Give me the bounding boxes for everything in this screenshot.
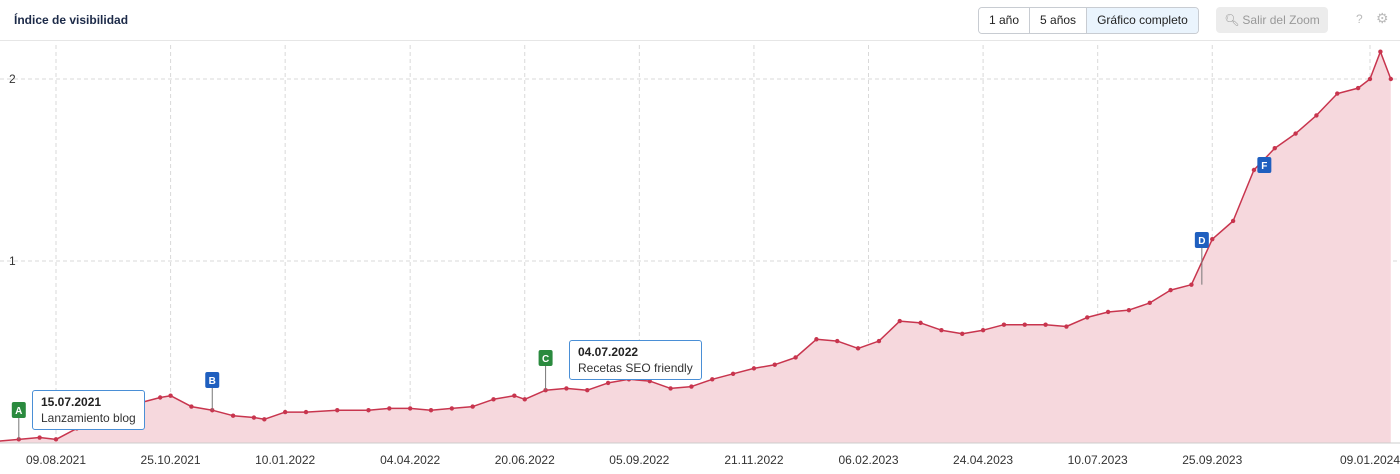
data-point [1272,145,1277,151]
x-tick-label: 24.04.2023 [953,453,1013,467]
data-point [491,397,496,402]
x-tick-label: 06.02.2023 [838,453,898,467]
event-tooltip-c: 04.07.2022 Recetas SEO friendly [569,340,702,380]
gear-icon[interactable]: ⚙ [1376,10,1389,27]
chart-title: Índice de visibilidad [14,13,129,27]
event-marker-label: F [1261,161,1267,172]
data-point [53,437,59,442]
data-point [1293,131,1298,136]
chart-header: Índice de visibilidad 1 año 5 años Gráfi… [0,0,1400,41]
x-tick-label: 04.04.2022 [380,453,440,467]
data-point [897,318,902,324]
data-point [1189,282,1194,287]
x-tick-label: 09.01.2024 [1340,453,1400,467]
data-point [189,404,194,409]
data-point [980,327,986,333]
data-point [428,408,434,413]
event-tooltip-a: 15.07.2021 Lanzamiento blog [32,390,145,430]
event-marker-label: B [209,376,216,387]
data-point [512,393,517,398]
data-point [407,406,413,411]
x-tick-label: 10.07.2023 [1068,453,1128,467]
reset-zoom-button[interactable]: 🔍︎ Salir del Zoom [1216,7,1328,33]
data-point [1043,322,1048,327]
data-point [251,415,257,420]
data-point [710,377,715,382]
tooltip-text: Lanzamiento blog [41,411,136,425]
data-point [793,355,798,360]
data-point [470,404,475,409]
data-point [668,386,673,391]
data-point [585,388,590,393]
range-button-group: 1 año 5 años Gráfico completo [978,7,1199,34]
data-point [168,393,173,398]
range-full-chart-button[interactable]: Gráfico completo [1087,8,1198,33]
data-point [605,380,611,386]
data-point [1355,85,1361,91]
tooltip-text: Recetas SEO friendly [578,361,693,375]
data-point [1022,322,1027,327]
data-point [1251,167,1257,173]
data-point [1126,307,1132,313]
data-point [1367,76,1373,82]
range-5-years-button[interactable]: 5 años [1030,8,1088,33]
data-point [522,397,527,402]
data-point [960,331,965,336]
data-point [282,409,288,415]
data-point [262,417,267,422]
data-point [835,338,840,344]
data-point [1105,309,1111,315]
data-point [1314,113,1319,118]
data-point [689,384,694,389]
event-marker-label: D [1198,236,1205,247]
event-marker-label: A [15,406,22,417]
range-1-year-button[interactable]: 1 año [979,8,1031,33]
x-tick-label: 09.08.2021 [26,453,86,467]
data-point [303,409,309,415]
event-marker-label: C [542,354,549,365]
data-point [918,320,923,326]
x-tick-label: 20.06.2022 [495,453,555,467]
y-tick-label: 2 [9,72,16,86]
data-point [814,337,819,342]
x-tick-label: 25.09.2023 [1182,453,1242,467]
data-point [772,362,777,367]
data-point [1378,49,1383,54]
data-point [1001,322,1007,327]
data-point [1168,287,1173,293]
data-point [564,386,569,391]
x-tick-label: 10.01.2022 [255,453,315,467]
data-point [1210,236,1215,242]
tooltip-date: 15.07.2021 [41,395,102,409]
data-point [751,366,757,371]
data-point [876,338,882,344]
x-tick-label: 21.11.2022 [724,453,783,467]
data-point [449,406,455,411]
data-point [1147,300,1152,306]
data-point [157,395,163,400]
data-point [1230,218,1236,224]
data-point [939,327,944,333]
data-point [230,413,236,418]
reset-zoom-label: Salir del Zoom [1242,13,1320,27]
search-icon: 🔍︎ [1224,13,1240,27]
tooltip-date: 04.07.2022 [578,345,639,359]
help-icon[interactable]: ? [1356,12,1363,26]
data-point [1335,91,1340,96]
data-point [387,406,392,411]
data-point [1064,324,1069,329]
data-point [1388,76,1394,82]
data-point [730,371,736,377]
y-tick-label: 1 [9,254,16,268]
data-point [366,408,371,413]
data-point [855,346,861,351]
x-tick-label: 25.10.2021 [141,453,201,467]
data-point [37,435,42,440]
visibility-chart: 1 2 09.08.2021 25.10.2021 10.01.2022 04.04.20… [0,45,1400,467]
data-point [1085,315,1090,320]
data-point [335,408,340,413]
x-tick-label: 05.09.2022 [609,453,669,467]
